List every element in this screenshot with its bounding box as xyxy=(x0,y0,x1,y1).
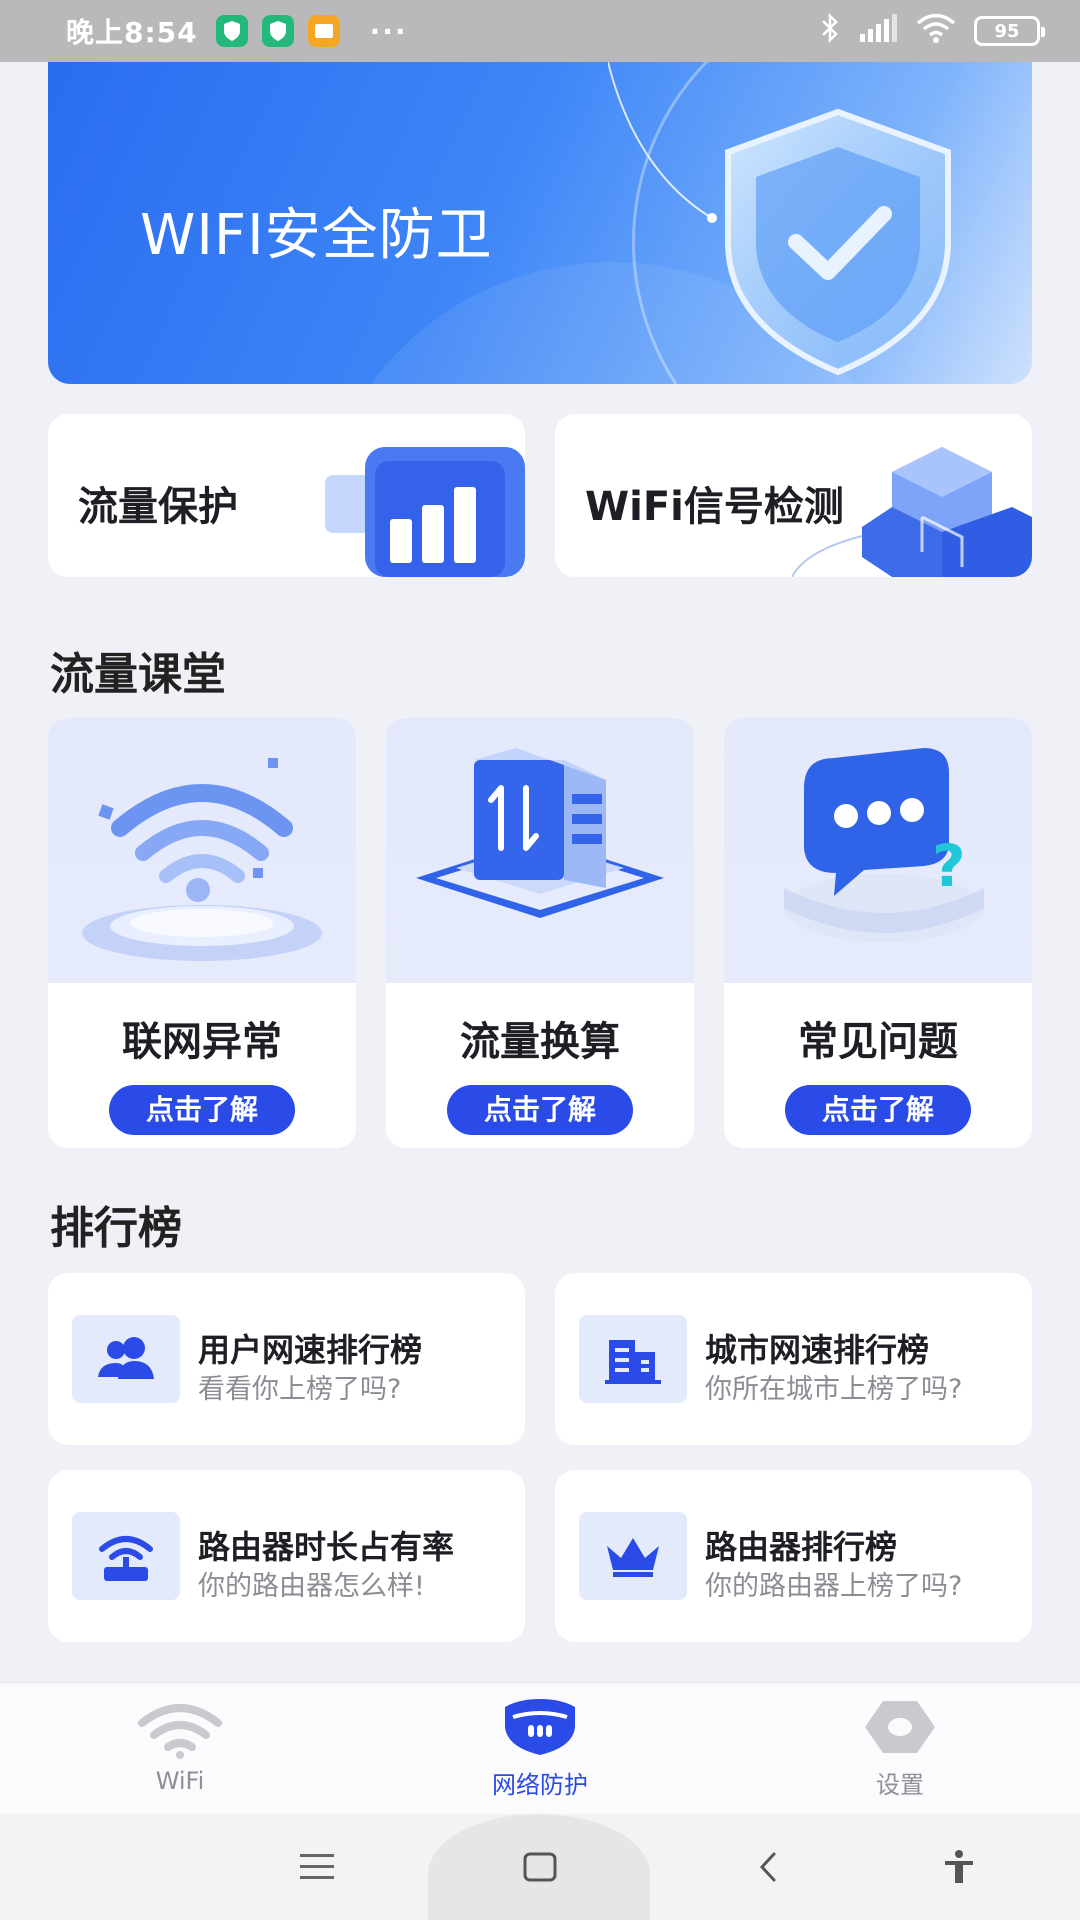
system-nav-bar xyxy=(0,1814,1080,1920)
lesson-card-network-error[interactable]: 联网异常 点击了解 xyxy=(48,718,356,1148)
rank-card-city-speed[interactable]: 城市网速排行榜 你所在城市上榜了吗? xyxy=(555,1273,1032,1445)
cube-icon xyxy=(792,447,1032,577)
rank-subtitle: 你的路由器上榜了吗? xyxy=(705,1571,963,1602)
lesson-title: 联网异常 xyxy=(122,1019,282,1065)
lessons-section-title: 流量课堂 xyxy=(50,649,226,700)
svg-text:?: ? xyxy=(932,832,966,900)
tab-settings[interactable]: 设置 xyxy=(720,1683,1080,1814)
accessibility-icon[interactable] xyxy=(934,1842,984,1892)
wifi-icon xyxy=(82,758,322,961)
lesson-title: 流量换算 xyxy=(460,1019,620,1065)
transfer-icon xyxy=(416,748,664,918)
users-icon xyxy=(72,1315,180,1403)
banner[interactable]: WIFI安全防卫 xyxy=(48,62,1032,384)
traffic-protect-card[interactable]: 流量保护 xyxy=(48,414,525,577)
rank-title: 路由器排行榜 xyxy=(705,1528,898,1566)
status-more-dots: ··· xyxy=(369,14,408,48)
lesson-card-traffic-convert[interactable]: 流量换算 点击了解 xyxy=(386,718,694,1148)
shield-app-icon xyxy=(215,15,248,47)
settings-hex-icon xyxy=(865,1701,935,1753)
wifi-signal-check-card[interactable]: WiFi信号检测 xyxy=(555,414,1032,577)
lesson-image xyxy=(386,718,694,983)
tab-network-protect[interactable]: 网络防护 xyxy=(360,1683,720,1814)
lesson-card-faq[interactable]: ? 常见问题 点击了解 xyxy=(724,718,1032,1148)
tab-label: 网络防护 xyxy=(492,1771,588,1799)
rank-subtitle: 看看你上榜了吗? xyxy=(198,1374,402,1405)
building-icon xyxy=(579,1315,687,1403)
learn-more-button[interactable]: 点击了解 xyxy=(109,1085,295,1135)
router-icon xyxy=(72,1512,180,1600)
tab-label: 设置 xyxy=(876,1771,924,1799)
bluetooth-icon xyxy=(820,12,840,50)
status-app-icons xyxy=(215,15,340,47)
rank-title: 路由器时长占有率 xyxy=(198,1528,455,1566)
lesson-image: ? xyxy=(724,718,1032,983)
ranking-section-title: 排行榜 xyxy=(50,1203,182,1254)
rank-card-user-speed[interactable]: 用户网速排行榜 看看你上榜了吗? xyxy=(48,1273,525,1445)
chat-question-icon: ? xyxy=(784,748,984,942)
lesson-image xyxy=(48,718,356,983)
bar-chart-icon xyxy=(325,447,525,577)
traffic-protect-label: 流量保护 xyxy=(78,484,238,530)
rank-card-router[interactable]: 路由器排行榜 你的路由器上榜了吗? xyxy=(555,1470,1032,1642)
back-icon[interactable] xyxy=(743,1842,793,1892)
shield-icon xyxy=(505,1699,575,1755)
rank-title: 城市网速排行榜 xyxy=(705,1331,930,1369)
image-app-icon xyxy=(307,15,340,47)
wifi-status-icon xyxy=(916,13,956,50)
status-bar: 晚上8:54 ··· 95 xyxy=(0,0,1080,62)
wifi-icon xyxy=(138,1703,222,1759)
status-right: 95 xyxy=(820,12,1045,50)
learn-more-button[interactable]: 点击了解 xyxy=(447,1085,633,1135)
menu-icon[interactable] xyxy=(292,1842,342,1892)
home-icon[interactable] xyxy=(515,1842,565,1892)
battery-icon: 95 xyxy=(974,16,1045,46)
rank-title: 用户网速排行榜 xyxy=(198,1331,423,1369)
lesson-title: 常见问题 xyxy=(798,1019,958,1065)
status-time: 晚上8:54 xyxy=(66,16,198,49)
shield-check-icon xyxy=(725,108,951,376)
signal-icon xyxy=(858,13,898,49)
banner-title: WIFI安全防卫 xyxy=(140,203,493,268)
rank-subtitle: 你的路由器怎么样! xyxy=(198,1571,425,1602)
battery-level: 95 xyxy=(994,20,1020,42)
tab-label: WiFi xyxy=(155,1766,205,1795)
shield-app-icon xyxy=(261,15,294,47)
crown-icon xyxy=(579,1512,687,1600)
rank-card-router-uptime[interactable]: 路由器时长占有率 你的路由器怎么样! xyxy=(48,1470,525,1642)
rank-subtitle: 你所在城市上榜了吗? xyxy=(705,1374,963,1405)
tab-wifi[interactable]: WiFi xyxy=(0,1683,360,1814)
learn-more-button[interactable]: 点击了解 xyxy=(785,1085,971,1135)
bottom-tab-bar: WiFi 网络防护 设置 xyxy=(0,1682,1080,1814)
